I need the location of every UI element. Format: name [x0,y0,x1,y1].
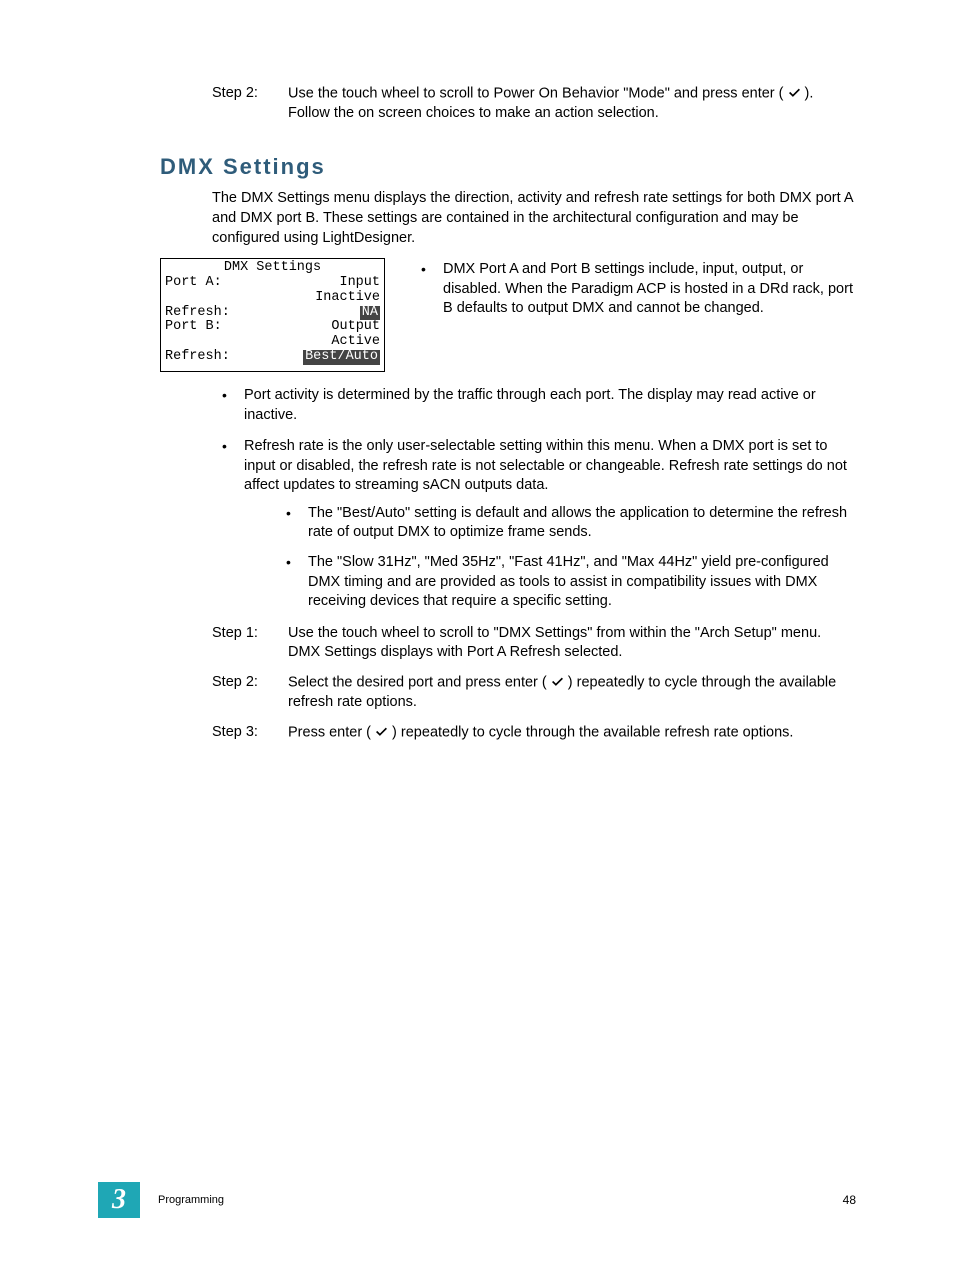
step-2: Step 2: Select the desired port and pres… [212,673,856,713]
check-icon [551,673,564,693]
lcd-right: Inactive [315,291,380,306]
bullet-item: Refresh rate is the only user-selectable… [212,437,856,612]
lcd-title: DMX Settings [165,261,380,276]
bullet-list: Port activity is determined by the traff… [160,386,856,612]
step-text-before: Press enter ( [288,724,375,740]
sub-bullet-list: The "Best/Auto" setting is default and a… [244,504,856,612]
chapter-number: 3 [98,1182,140,1218]
step-label: Step 2: [212,84,288,124]
footer-section: Programming [158,1193,224,1208]
step-text-after: ) repeatedly to cycle through the availa… [388,724,793,740]
step-text-before: Use the touch wheel to scroll to Power O… [288,86,788,102]
lcd-row: Inactive [165,291,380,306]
bullet-text: Refresh rate is the only user-selectable… [244,438,847,493]
step-label: Step 3: [212,723,288,743]
intro-paragraph: The DMX Settings menu displays the direc… [160,189,856,248]
lcd-left: Refresh: [165,350,230,365]
top-step-2: Step 2: Use the touch wheel to scroll to… [160,84,856,124]
lcd-right-highlighted: Best/Auto [303,350,380,365]
sub-bullet-item: The "Best/Auto" setting is default and a… [276,504,856,543]
lcd-right: Output [331,320,380,335]
step-label: Step 1: [212,624,288,663]
page-footer: 3 Programming 48 [0,1182,954,1218]
step-3: Step 3: Press enter ( ) repeatedly to cy… [212,723,856,743]
step-text: Use the touch wheel to scroll to "DMX Se… [288,624,856,663]
sub-bullet-item: The "Slow 31Hz", "Med 35Hz", "Fast 41Hz"… [276,553,856,612]
lcd-right: Active [331,335,380,350]
lcd-row: Port B: Output [165,320,380,335]
lcd-left: Refresh: [165,306,230,321]
section-heading: DMX Settings [160,152,856,182]
side-bullet-wrap: DMX Port A and Port B settings include, … [411,258,856,372]
step-text: Press enter ( ) repeatedly to cycle thro… [288,723,856,743]
lcd-row: Active [165,335,380,350]
lcd-right-highlighted: NA [360,306,380,321]
step-1: Step 1: Use the touch wheel to scroll to… [212,624,856,663]
step-text: Use the touch wheel to scroll to Power O… [288,84,856,124]
step-label: Step 2: [212,673,288,713]
check-icon [788,84,801,104]
bullet-item: Port activity is determined by the traff… [212,386,856,425]
lcd-left: Port B: [165,320,222,335]
lcd-row: Port A: Input [165,276,380,291]
lcd-row: Refresh: NA [165,306,380,321]
step-text-before: Select the desired port and press enter … [288,674,551,690]
bullet-item: DMX Port A and Port B settings include, … [411,260,856,319]
lcd-display: DMX Settings Port A: Input Inactive Refr… [160,258,385,372]
lcd-row: Refresh: Best/Auto [165,350,380,365]
check-icon [375,723,388,743]
step-text: Select the desired port and press enter … [288,673,856,713]
lcd-right: Input [339,276,380,291]
page-number: 48 [843,1192,856,1208]
lcd-left: Port A: [165,276,222,291]
